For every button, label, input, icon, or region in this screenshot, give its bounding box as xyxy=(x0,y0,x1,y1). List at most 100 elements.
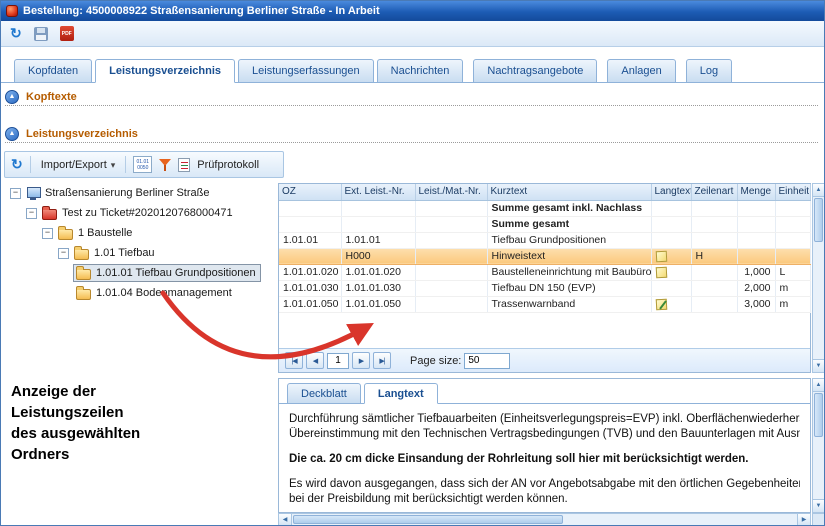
refresh-icon[interactable] xyxy=(10,25,22,43)
tree-item-label: 1 Baustelle xyxy=(78,227,132,239)
pruefprotokoll-label[interactable]: Prüfprotokoll xyxy=(197,159,259,171)
tab-nachtragsangebote[interactable]: Nachtragsangebote xyxy=(473,59,597,83)
save-icon[interactable] xyxy=(34,27,48,41)
col-einheit[interactable]: Einheit xyxy=(775,184,810,200)
cell-oz xyxy=(279,200,341,216)
tree-item-bodenmanagement[interactable]: 1.01.04 Bodenmanagement xyxy=(4,283,274,303)
detail-panel: Deckblatt Langtext Durchführung sämtlich… xyxy=(278,378,811,513)
cell-menge xyxy=(737,232,775,248)
grid-row-position[interactable]: 1.01.01.020 1.01.01.020 Baustelleneinric… xyxy=(279,264,810,280)
tree-item-tiefbau[interactable]: 1.01 Tiefbau xyxy=(4,243,274,263)
tab-langtext[interactable]: Langtext xyxy=(364,383,438,404)
cell-langtext xyxy=(651,200,691,216)
scroll-down-icon[interactable] xyxy=(813,499,824,512)
section-kopftexte-label: Kopftexte xyxy=(26,91,77,103)
scroll-up-icon[interactable] xyxy=(813,379,824,392)
main-toolbar xyxy=(1,21,824,47)
grid-row-position[interactable]: 1.01.01.050 1.01.01.050 Trassenwarnband … xyxy=(279,296,810,312)
collapse-minus-icon[interactable] xyxy=(10,188,21,199)
col-langtext[interactable]: Langtext xyxy=(651,184,691,200)
tree-item-root[interactable]: Straßensanierung Berliner Straße xyxy=(4,183,274,203)
tab-leistungsverzeichnis[interactable]: Leistungsverzeichnis xyxy=(95,59,235,83)
cell-oz xyxy=(279,216,341,232)
order-window: Bestellung: 4500008922 Straßensanierung … xyxy=(0,0,825,526)
cell-ext xyxy=(341,200,415,216)
col-oz[interactable]: OZ xyxy=(279,184,341,200)
grid-row-position[interactable]: 1.01.01.030 1.01.01.030 Tiefbau DN 150 (… xyxy=(279,280,810,296)
collapse-up-icon[interactable] xyxy=(5,90,19,104)
tree-item-baustelle[interactable]: 1 Baustelle xyxy=(4,223,274,243)
cell-einheit xyxy=(775,200,810,216)
pruefprotokoll-icon[interactable] xyxy=(178,158,190,172)
tab-anlagen[interactable]: Anlagen xyxy=(607,59,675,83)
grid-vertical-scrollbar[interactable] xyxy=(812,183,825,373)
tab-leistungserfassungen[interactable]: Leistungserfassungen xyxy=(238,59,374,83)
funnel-icon[interactable] xyxy=(159,157,171,172)
first-page-button[interactable] xyxy=(285,352,303,369)
window-title: Bestellung: 4500008922 Straßensanierung … xyxy=(23,5,380,17)
col-leist-mat-nr[interactable]: Leist./Mat.-Nr. xyxy=(415,184,487,200)
cell-menge: 3,000 xyxy=(737,296,775,312)
scroll-left-icon[interactable] xyxy=(279,514,292,525)
col-kurztext[interactable]: Kurztext xyxy=(487,184,651,200)
cell-oz: 1.01.01.020 xyxy=(279,264,341,280)
grid-row-hinweistext-selected[interactable]: H000 Hinweistext H xyxy=(279,248,810,264)
col-ext-leist-nr[interactable]: Ext. Leist.-Nr. xyxy=(341,184,415,200)
pdf-export-icon[interactable] xyxy=(60,26,74,41)
current-page-input[interactable] xyxy=(327,353,349,369)
folder-icon xyxy=(74,249,89,260)
cell-ext: 1.01.01.050 xyxy=(341,296,415,312)
next-page-button[interactable] xyxy=(352,352,370,369)
note-icon[interactable] xyxy=(655,250,667,262)
refresh-icon[interactable] xyxy=(11,157,23,172)
cell-oz: 1.01.01 xyxy=(279,232,341,248)
scroll-right-icon[interactable] xyxy=(797,514,810,525)
text-line: Es wird davon ausgegangen, dass sich der… xyxy=(289,477,800,492)
cell-kurztext: Baustelleneinrichtung mit Baubüro xyxy=(487,264,651,280)
cell-zeilenart xyxy=(691,280,737,296)
main-tabstrip: Kopfdaten Leistungsverzeichnis Leistungs… xyxy=(1,47,824,83)
pager: Page size: xyxy=(279,348,810,372)
collapse-up-icon[interactable] xyxy=(5,127,19,141)
detail-vertical-scrollbar[interactable] xyxy=(812,378,825,513)
cell-menge xyxy=(737,248,775,264)
grid-row-summe-nachlass[interactable]: Summe gesamt inkl. Nachlass xyxy=(279,200,810,216)
tree-item-ticket[interactable]: Test zu Ticket#2020120768000471 xyxy=(4,203,274,223)
collapse-minus-icon[interactable] xyxy=(42,228,53,239)
scrollbar-thumb[interactable] xyxy=(814,393,823,437)
cell-einheit xyxy=(775,232,810,248)
note-icon[interactable] xyxy=(655,266,667,278)
tab-log[interactable]: Log xyxy=(686,59,732,83)
cell-kurztext: Tiefbau DN 150 (EVP) xyxy=(487,280,651,296)
grid-row-position[interactable]: 1.01.01 1.01.01 Tiefbau Grundpositionen xyxy=(279,232,810,248)
page-size-input[interactable] xyxy=(464,353,510,369)
chevron-down-icon xyxy=(111,159,116,171)
tab-nachrichten[interactable]: Nachrichten xyxy=(377,59,464,83)
grid-row-summe-gesamt[interactable]: Summe gesamt xyxy=(279,216,810,232)
cell-zeilenart xyxy=(691,232,737,248)
scroll-up-icon[interactable] xyxy=(813,184,824,197)
cell-einheit: L xyxy=(775,264,810,280)
tree-item-grundpositionen[interactable]: 1.01.01 Tiefbau Grundpositionen xyxy=(4,263,274,283)
scroll-down-icon[interactable] xyxy=(813,359,824,372)
note-edit-icon[interactable] xyxy=(655,298,667,310)
text-line: Durchführung sämtlicher Tiefbauarbeiten … xyxy=(289,412,800,427)
col-menge[interactable]: Menge xyxy=(737,184,775,200)
detail-horizontal-scrollbar[interactable] xyxy=(278,513,811,526)
tree-item-label: Test zu Ticket#2020120768000471 xyxy=(62,207,233,219)
last-page-button[interactable] xyxy=(373,352,391,369)
col-zeilenart[interactable]: Zeilenart xyxy=(691,184,737,200)
cell-mat xyxy=(415,264,487,280)
scrollbar-thumb[interactable] xyxy=(814,198,823,242)
oz-mask-icon[interactable]: 01.01 0050 xyxy=(133,156,152,173)
tab-deckblatt[interactable]: Deckblatt xyxy=(287,383,361,404)
collapse-minus-icon[interactable] xyxy=(58,248,69,259)
cell-langtext xyxy=(651,232,691,248)
tab-kopfdaten[interactable]: Kopfdaten xyxy=(14,59,92,83)
cell-oz: 1.01.01.030 xyxy=(279,280,341,296)
collapse-minus-icon[interactable] xyxy=(26,208,37,219)
app-icon xyxy=(6,5,18,17)
prev-page-button[interactable] xyxy=(306,352,324,369)
import-export-button[interactable]: Import/Export xyxy=(38,157,119,173)
scrollbar-thumb[interactable] xyxy=(293,515,563,524)
